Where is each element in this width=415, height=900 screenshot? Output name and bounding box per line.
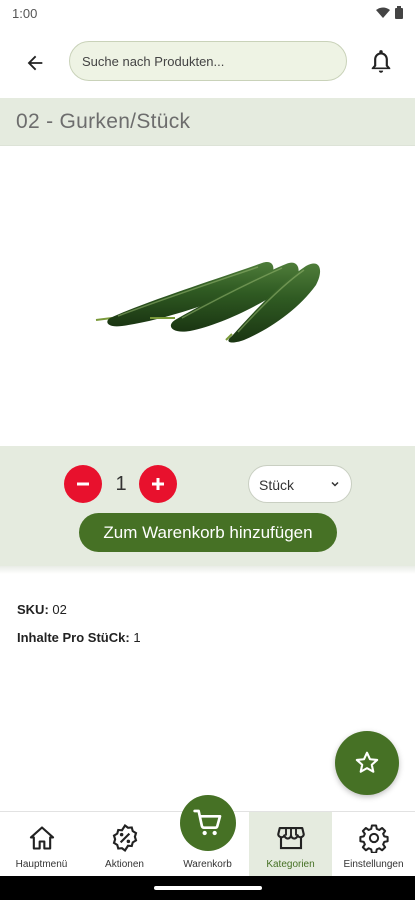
decrease-quantity-button[interactable] <box>64 465 102 503</box>
system-navigation-bar <box>0 876 415 900</box>
product-image <box>0 150 415 445</box>
status-bar: 1:00 <box>0 0 415 28</box>
search-input[interactable] <box>70 42 346 80</box>
status-time: 1:00 <box>12 6 38 21</box>
panel-divider <box>0 566 415 574</box>
back-button[interactable] <box>20 48 50 78</box>
nav-label-aktionen: Aktionen <box>105 859 144 870</box>
product-title-bar: 02 - Gurken/Stück <box>0 98 415 146</box>
plus-icon <box>152 478 164 490</box>
add-to-cart-button[interactable]: Zum Warenkorb hinzufügen <box>79 513 337 552</box>
chevron-down-icon <box>331 481 339 487</box>
quantity-value: 1 <box>115 473 127 495</box>
store-icon <box>277 826 305 850</box>
nav-item-einstellungen[interactable]: Einstellungen <box>332 812 415 877</box>
cucumber-image <box>95 261 321 343</box>
cart-button[interactable] <box>180 795 236 851</box>
notifications-button[interactable] <box>365 46 397 78</box>
battery-icon <box>395 6 403 19</box>
quantity-panel: 1 Stück Zum Warenkorb hinzufügen <box>0 446 415 566</box>
nav-label-hauptmenu: Hauptmenü <box>15 859 68 870</box>
unit-select-value: Stück <box>259 477 295 493</box>
home-gesture-handle[interactable] <box>154 886 262 890</box>
search-box[interactable] <box>69 41 347 81</box>
bell-icon <box>371 50 391 73</box>
status-icons <box>376 6 403 19</box>
content-label: Inhalte Pro StüCk: <box>17 630 130 645</box>
unit-select[interactable]: Stück <box>248 465 352 503</box>
product-title: 02 - Gurken/Stück <box>16 110 191 133</box>
nav-item-kategorien[interactable]: Kategorien <box>249 812 332 877</box>
increase-quantity-button[interactable] <box>139 465 177 503</box>
wifi-icon <box>376 7 390 18</box>
nav-item-hauptmenu[interactable]: Hauptmenü <box>0 812 83 877</box>
gear-icon <box>359 824 389 853</box>
nav-label-kategorien: Kategorien <box>266 859 315 870</box>
nav-label-einstellungen: Einstellungen <box>343 859 404 870</box>
minus-icon <box>77 482 89 486</box>
content-value: 1 <box>133 630 141 645</box>
nav-item-aktionen[interactable]: Aktionen <box>83 812 166 877</box>
discount-icon <box>112 823 138 853</box>
product-details: SKU: 02 Inhalte Pro StüCk: 1 <box>17 602 141 658</box>
favorite-button[interactable] <box>335 731 399 795</box>
nav-label-warenkorb: Warenkorb <box>183 859 232 870</box>
app-bar <box>0 28 415 98</box>
content-row: Inhalte Pro StüCk: 1 <box>17 630 141 658</box>
sku-label: SKU: <box>17 602 49 617</box>
sku-row: SKU: 02 <box>17 602 141 630</box>
sku-value: 02 <box>52 602 67 617</box>
cart-icon <box>193 809 222 836</box>
arrow-back-icon <box>27 55 43 71</box>
home-icon <box>29 826 55 850</box>
star-icon <box>355 751 379 773</box>
